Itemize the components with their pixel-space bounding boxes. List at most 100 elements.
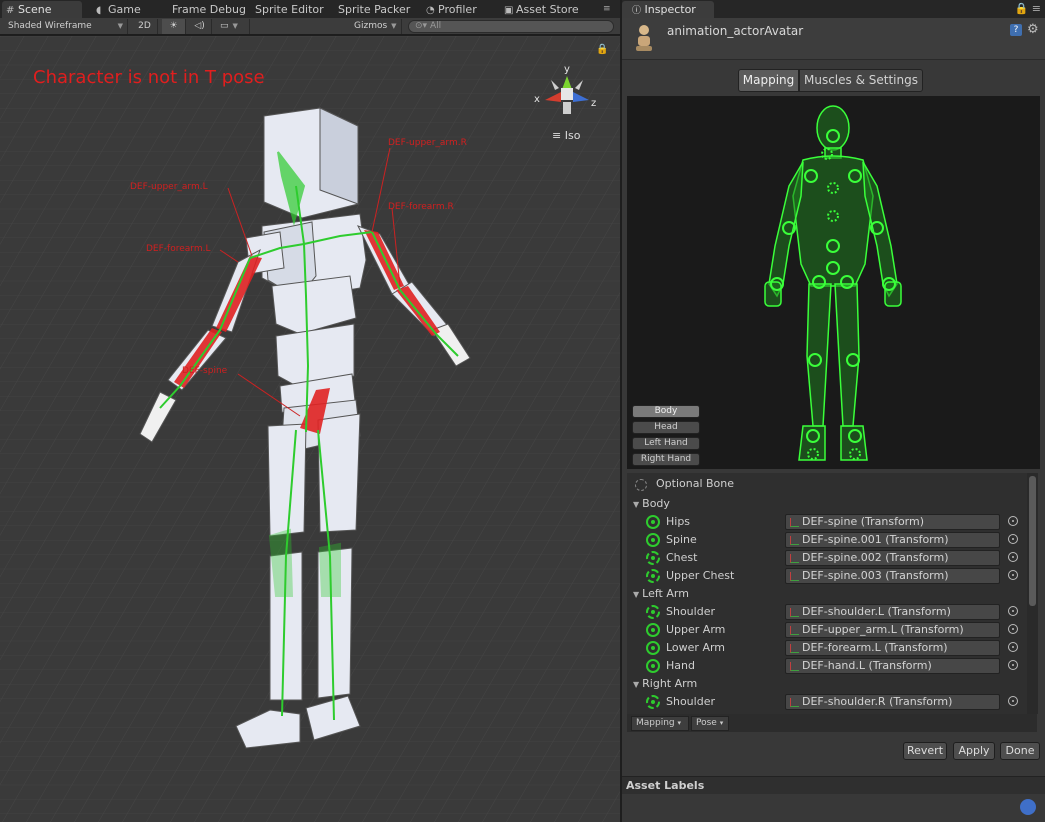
optional-bone-status-icon[interactable] — [646, 695, 660, 709]
pose-dropdown[interactable]: Pose ▾ — [691, 716, 729, 731]
tab-mapping[interactable]: Mapping — [738, 69, 799, 92]
object-picker-icon[interactable] — [1008, 660, 1018, 670]
bone-object-field[interactable]: DEF-spine.002 (Transform) — [785, 550, 1000, 566]
tab-sprite-packer[interactable]: Sprite Packer — [334, 1, 416, 18]
bone-list-scrollbar[interactable] — [1027, 473, 1038, 714]
bone-row-left-upper-arm: Upper Arm DEF-upper_arm.L (Transform) — [627, 621, 1027, 639]
object-picker-icon[interactable] — [1008, 624, 1018, 634]
bone-row-chest: Chest DEF-spine.002 (Transform) — [627, 549, 1027, 567]
done-button[interactable]: Done — [1000, 742, 1040, 760]
object-picker-icon[interactable] — [1008, 696, 1018, 706]
bone-status-icon[interactable] — [646, 641, 660, 655]
group-right-arm[interactable]: ▼ Right Arm — [627, 675, 1027, 693]
tab-sprite-editor[interactable]: Sprite Editor — [251, 1, 333, 18]
dropdown-arrow-icon: ▾ — [719, 719, 724, 727]
lock-icon[interactable]: 🔒 — [596, 44, 608, 55]
bone-object-field[interactable]: DEF-spine.003 (Transform) — [785, 568, 1000, 584]
optional-bone-status-icon[interactable] — [646, 605, 660, 619]
lock-icon[interactable]: 🔒 — [1015, 2, 1029, 15]
object-picker-icon[interactable] — [1008, 570, 1018, 580]
gizmos-dropdown[interactable]: Gizmos ▼ — [350, 19, 402, 34]
collapse-triangle-icon: ▼ — [633, 500, 640, 509]
tab-asset-store[interactable]: ▣ Asset Store ≡ — [500, 1, 615, 18]
tag-icon[interactable] — [1020, 799, 1036, 815]
body-part-head[interactable]: Head — [632, 421, 700, 434]
speaker-icon: ◁) — [194, 21, 205, 31]
bone-object-field[interactable]: DEF-spine (Transform) — [785, 514, 1000, 530]
lighting-toggle[interactable]: ☀ — [162, 19, 186, 34]
object-picker-icon[interactable] — [1008, 516, 1018, 526]
collapse-triangle-icon: ▼ — [633, 680, 640, 689]
bone-object-field[interactable]: DEF-spine.001 (Transform) — [785, 532, 1000, 548]
tab-frame-debug[interactable]: Frame Debug — [168, 1, 246, 18]
mesh-leg-left-upper — [267, 423, 307, 537]
body-part-body[interactable]: Body — [632, 405, 700, 418]
asset-labels-area — [622, 794, 1045, 822]
bone-object-field[interactable]: DEF-shoulder.R (Transform) — [785, 694, 1000, 710]
effects-dropdown[interactable]: ▭ ▼ — [216, 19, 250, 34]
mapping-toolbar: Mapping ▾ Pose ▾ — [627, 714, 1037, 732]
profiler-icon: ◔ — [426, 5, 435, 16]
search-input[interactable]: ⊙▾ All — [408, 20, 614, 33]
dropdown-arrow-icon: ▾ — [677, 719, 682, 727]
scene-canvas[interactable]: y x z — [0, 36, 620, 822]
collapse-triangle-icon: ▼ — [633, 590, 640, 599]
tab-muscles-settings[interactable]: Muscles & Settings — [799, 69, 923, 92]
editor-tab-bar: # Scene ◖ Game Frame Debug Sprite Editor S… — [0, 0, 620, 18]
bone-row-left-shoulder: Shoulder DEF-shoulder.L (Transform) — [627, 603, 1027, 621]
scene-viewport[interactable]: y x z Character is not in T pose DEF-upp… — [0, 36, 620, 822]
revert-button[interactable]: Revert — [903, 742, 947, 760]
bone-label-spine: DEF-spine — [182, 366, 228, 376]
scrollbar-thumb[interactable] — [1029, 476, 1036, 606]
help-icon[interactable]: ? — [1010, 24, 1022, 36]
bone-row-hips: Hips DEF-spine (Transform) — [627, 513, 1027, 531]
inspector-tab-menu[interactable]: 🔒 ≡ — [1015, 2, 1041, 15]
gear-icon[interactable]: ⚙ — [1027, 22, 1039, 37]
bone-status-icon[interactable] — [646, 623, 660, 637]
projection-toggle[interactable]: ≡ Iso — [552, 129, 580, 142]
bone-status-icon[interactable] — [646, 533, 660, 547]
object-picker-icon[interactable] — [1008, 534, 1018, 544]
2d-toggle[interactable]: 2D — [132, 19, 158, 34]
bone-status-icon[interactable] — [646, 659, 660, 673]
gizmo-y-label: y — [564, 64, 570, 75]
bone-label-upper-arm-r: DEF-upper_arm.R — [388, 138, 467, 148]
optional-bone-status-icon[interactable] — [646, 551, 660, 565]
render-mode-dropdown[interactable]: Shaded Wireframe ▼ — [4, 19, 128, 34]
mapping-dropdown[interactable]: Mapping ▾ — [631, 716, 689, 731]
gizmo-z-label: z — [591, 98, 596, 109]
object-picker-icon[interactable] — [1008, 606, 1018, 616]
bone-object-field[interactable]: DEF-hand.L (Transform) — [785, 658, 1000, 674]
menu-icon[interactable]: ≡ — [1032, 2, 1041, 15]
object-picker-icon[interactable] — [1008, 642, 1018, 652]
group-left-arm[interactable]: ▼ Left Arm — [627, 585, 1027, 603]
apply-button[interactable]: Apply — [953, 742, 995, 760]
tab-game[interactable]: ◖ Game — [92, 1, 162, 18]
inspector-tab-bar: ⓘ Inspector 🔒 ≡ — [622, 0, 1045, 18]
info-icon: ⓘ — [632, 6, 642, 16]
bone-object-field[interactable]: DEF-upper_arm.L (Transform) — [785, 622, 1000, 638]
optional-bone-status-icon[interactable] — [646, 569, 660, 583]
bone-object-field[interactable]: DEF-shoulder.L (Transform) — [785, 604, 1000, 620]
bone-label-forearm-l: DEF-forearm.L — [146, 244, 211, 254]
tab-profiler[interactable]: ◔ Profiler — [422, 1, 500, 18]
body-part-left-hand[interactable]: Left Hand — [632, 437, 700, 450]
tab-scene[interactable]: # Scene — [2, 1, 82, 18]
bone-label-forearm-r: DEF-forearm.R — [388, 202, 454, 212]
bone-label-upper-arm-l: DEF-upper_arm.L — [130, 182, 208, 192]
search-icon: ⊙▾ — [415, 21, 428, 31]
store-icon: ▣ — [504, 5, 514, 16]
tab-inspector[interactable]: ⓘ Inspector — [622, 1, 714, 18]
object-picker-icon[interactable] — [1008, 552, 1018, 562]
asset-name: animation_actorAvatar — [667, 24, 804, 38]
bone-row-left-hand: Hand DEF-hand.L (Transform) — [627, 657, 1027, 675]
body-part-right-hand[interactable]: Right Hand — [632, 453, 700, 466]
inspector-header: animation_actorAvatar ? ⚙ — [622, 18, 1045, 60]
avatar-body-view[interactable]: Body Head Left Hand Right Hand — [627, 96, 1040, 469]
tab-menu-icon[interactable]: ≡ — [603, 1, 611, 18]
group-body[interactable]: ▼ Body — [627, 495, 1027, 513]
bone-object-field[interactable]: DEF-forearm.L (Transform) — [785, 640, 1000, 656]
t-pose-warning: Character is not in T pose — [33, 67, 265, 88]
audio-toggle[interactable]: ◁) — [188, 19, 212, 34]
bone-status-icon[interactable] — [646, 515, 660, 529]
